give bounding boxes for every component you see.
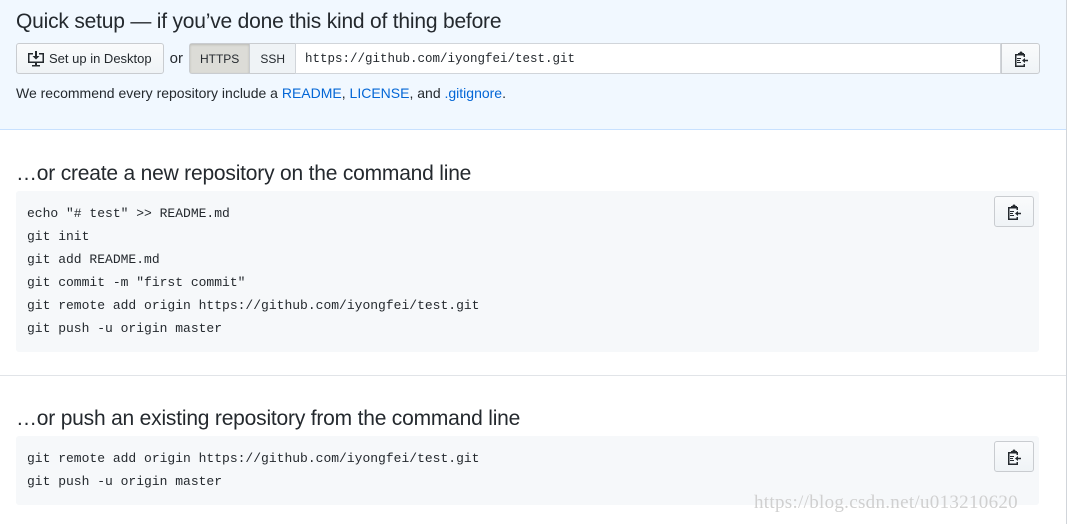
license-link[interactable]: LICENSE [350, 85, 410, 101]
gitignore-link[interactable]: .gitignore [445, 85, 503, 101]
push-section: …or push an existing repository from the… [0, 376, 1066, 505]
push-title: …or push an existing repository from the… [16, 407, 521, 430]
ssh-button[interactable]: SSH [250, 44, 295, 73]
protocol-toggle: HTTPS SSH [188, 43, 295, 74]
clipboard-icon [1008, 449, 1021, 465]
quick-setup: Quick setup — if you’ve done this kind o… [0, 0, 1066, 130]
create-section: …or create a new repository on the comma… [0, 130, 1066, 376]
setup-desktop-button[interactable]: Set up in Desktop [16, 43, 164, 74]
watermark: https://blog.csdn.net/u013210620 [754, 492, 1018, 513]
readme-link[interactable]: README [282, 85, 342, 101]
copy-push-button[interactable] [994, 441, 1034, 472]
copy-url-button[interactable] [1001, 43, 1040, 74]
recommendation-text: We recommend every repository include a … [16, 85, 506, 101]
quick-setup-title: Quick setup — if you’ve done this kind o… [16, 10, 502, 33]
desktop-download-icon [28, 50, 44, 66]
clone-url-input[interactable]: https://github.com/iyongfei/test.git [295, 43, 1001, 74]
clipboard-icon [1014, 51, 1028, 67]
create-title: …or create a new repository on the comma… [16, 162, 472, 185]
https-button[interactable]: HTTPS [189, 44, 251, 73]
clipboard-icon [1008, 204, 1021, 220]
copy-create-button[interactable] [994, 196, 1034, 227]
create-code-block: echo "# test" >> README.md git init git ad… [16, 191, 1039, 352]
repo-setup: Quick setup — if you’ve done this kind o… [0, 0, 1067, 524]
